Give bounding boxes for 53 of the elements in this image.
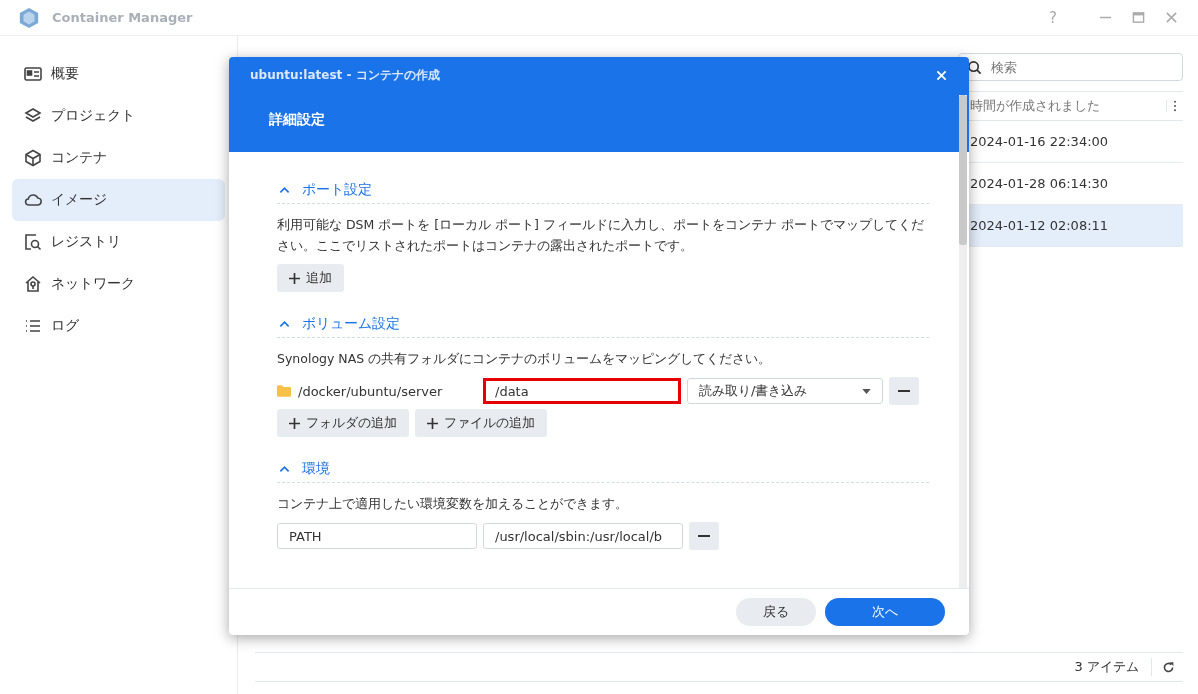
dialog-subtitle: 詳細設定	[269, 111, 326, 129]
next-button[interactable]: 次へ	[825, 598, 945, 626]
sidebar-item-icon	[24, 233, 42, 251]
add-button[interactable]: フォルダの追加	[277, 409, 409, 437]
sidebar-item[interactable]: 概要	[12, 53, 225, 95]
section-title[interactable]: 環境	[302, 459, 330, 478]
close-icon[interactable]	[1165, 11, 1178, 24]
section-description: コンテナ上で適用したい環境変数を加えることができます。	[277, 495, 629, 513]
variable-value-field[interactable]: /usr/local/sbin:/usr/local/b	[483, 523, 683, 549]
plus-icon	[289, 272, 300, 284]
variable-name-field[interactable]: PATH	[277, 523, 477, 549]
section-description: Synology NAS の共有フォルダにコンテナのボリュームをマッピングしてください。	[277, 350, 773, 368]
mount-path-field[interactable]: /data	[483, 378, 681, 404]
section-title[interactable]: ポート設定	[302, 180, 372, 199]
section-title[interactable]: ボリューム設定	[302, 314, 400, 333]
sidebar-item[interactable]: コンテナ	[12, 137, 225, 179]
back-button[interactable]: 戻る	[736, 598, 816, 626]
chevron-icon[interactable]	[279, 185, 290, 194]
sidebar-item-icon	[24, 107, 42, 125]
sidebar-item-icon	[24, 275, 42, 293]
sidebar-item[interactable]: イメージ	[12, 179, 225, 221]
sidebar-item[interactable]: ネットワーク	[12, 263, 225, 305]
sidebar-item-icon	[24, 65, 42, 83]
maximize-icon[interactable]	[1132, 11, 1145, 24]
folder-icon	[277, 385, 291, 397]
item-count: 3 アイテム	[1074, 658, 1152, 676]
sidebar-item[interactable]: ログ	[12, 305, 225, 347]
search-field[interactable]: 検索	[958, 53, 1183, 81]
refresh-icon[interactable]	[1162, 660, 1175, 674]
sidebar-item[interactable]: レジストリ	[12, 221, 225, 263]
sidebar-item-icon	[24, 191, 42, 209]
plus-icon	[427, 417, 438, 429]
chevron-icon[interactable]	[279, 464, 290, 473]
sidebar-item-icon	[24, 317, 42, 335]
scrollbar[interactable]	[959, 95, 967, 588]
app-title: Container Manager	[52, 10, 193, 25]
sidebar-item-icon	[24, 149, 42, 167]
folder-path: /docker/ubuntu/server	[298, 383, 443, 399]
plus-icon	[289, 417, 300, 429]
app-logo-icon	[18, 6, 40, 29]
dialog-title: ubuntu:latest - コンテナの作成	[250, 66, 440, 84]
search-icon	[967, 60, 982, 75]
add-button[interactable]: 追加	[277, 264, 344, 292]
minus-icon	[698, 535, 710, 537]
add-button[interactable]: ファイルの追加	[415, 409, 547, 437]
remove-button[interactable]	[889, 377, 919, 405]
chevron-icon[interactable]	[279, 319, 290, 328]
minus-icon	[898, 390, 910, 392]
remove-button[interactable]	[689, 522, 719, 550]
sidebar-item[interactable]: プロジェクト	[12, 95, 225, 137]
access-mode-dropdown[interactable]: 読み取り/書き込み	[687, 378, 883, 404]
section-description: 利用可能な DSM ポートを [ローカル ポート] フィールドに入力し、ポートをコンテナ ポートでマップしてください。ここでリストされたポートはコンテナの露出されたポートです。	[277, 216, 925, 255]
caret-icon	[862, 388, 871, 394]
